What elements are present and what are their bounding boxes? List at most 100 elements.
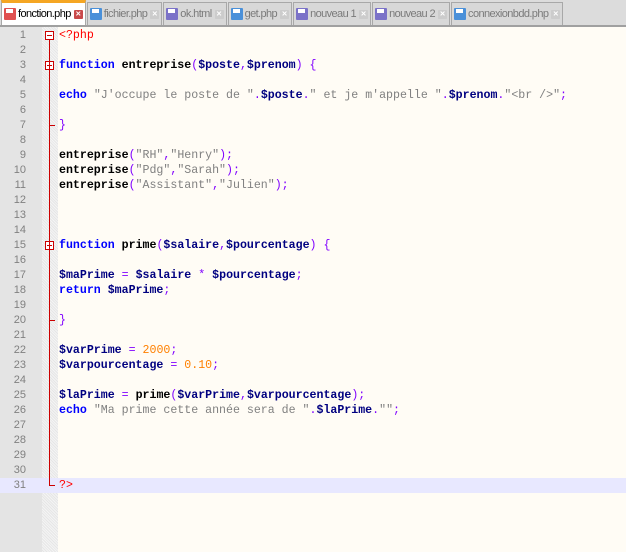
line-number: 30 [13,464,26,476]
code-line[interactable]: 7} [0,118,626,133]
tab-nouveau-1[interactable]: nouveau 1 ✕ [293,2,372,25]
token-op: = [128,344,136,357]
code-line[interactable]: 29 [0,448,626,463]
token-fn: entreprise [121,59,192,72]
close-tab-icon[interactable]: ✕ [214,9,224,19]
tab-get-php[interactable]: get.php ✕ [227,2,293,25]
line-number: 13 [13,209,26,221]
token-str: "Ma prime cette année sera de " [93,404,310,417]
token-op: . [302,89,310,102]
token-op: ); [226,164,240,177]
code-line[interactable]: 14 [0,223,626,238]
code-line[interactable]: 10 entreprise("Pdg","Sarah"); [0,163,626,178]
code-line[interactable]: 3 function entreprise($poste,$prenom) { [0,58,626,73]
code-line[interactable]: 19 [0,298,626,313]
token-tag: ?> [59,479,73,492]
code-line[interactable]: 11 entreprise("Assistant","Julien"); [0,178,626,193]
tab-label: nouveau 2 [389,8,436,20]
code-text: $maPrime = $salaire * $pourcentage; [59,268,303,283]
token-var: $poste [260,89,303,102]
token-str: "Sarah" [177,164,227,177]
token-op: ; [295,269,303,282]
code-text: $varpourcentage = 0.10; [59,358,219,373]
code-line[interactable]: 1 <?php [0,28,626,43]
code-line[interactable]: 4 [0,73,626,88]
line-number: 17 [13,269,26,281]
line-number: 1 [19,29,26,41]
token-op: ; [560,89,568,102]
code-line[interactable]: 8 [0,133,626,148]
line-number: 14 [13,224,26,236]
close-tab-icon[interactable]: ✕ [73,9,83,19]
tab-fichier-php[interactable]: fichier.php ✕ [86,2,163,25]
code-line[interactable]: 27 [0,418,626,433]
token-op: { [323,239,331,252]
code-line[interactable]: 16 [0,253,626,268]
token-op: { [309,59,317,72]
tab-connexionbdd-php[interactable]: connexionbdd.php ✕ [451,2,564,25]
close-tab-icon[interactable]: ✕ [551,9,561,19]
line-number: 21 [13,329,26,341]
token-op: ( [128,164,136,177]
tab-nouveau-2[interactable]: nouveau 2 ✕ [372,2,451,25]
code-line[interactable]: 22 $varPrime = 2000; [0,343,626,358]
code-line[interactable]: 2 [0,43,626,58]
token-str: "<br />" [504,89,561,102]
close-tab-icon[interactable]: ✕ [150,9,160,19]
code-line[interactable]: 9 entreprise("RH","Henry"); [0,148,626,163]
line-number: 8 [19,134,26,146]
token-op: ); [219,149,233,162]
code-line[interactable]: 31 ?> [0,478,626,493]
file-save-icon [4,8,16,20]
token-op: ) [295,59,303,72]
code-line[interactable]: 5 echo "J'occupe le poste de ".$poste." e… [0,88,626,103]
token-kw: echo [59,89,87,102]
token-var: $prenom [448,89,498,102]
code-line[interactable]: 25 $laPrime = prime($varPrime,$varpourcen… [0,388,626,403]
code-line[interactable]: 18 return $maPrime; [0,283,626,298]
line-number: 10 [13,164,26,176]
line-number: 7 [19,119,26,131]
code-line[interactable]: 28 [0,433,626,448]
close-tab-icon[interactable]: ✕ [280,9,290,19]
tab-label: fichier.php [103,8,148,20]
tab-fonction-php[interactable]: fonction.php ✕ [1,0,86,25]
tab-ok-html[interactable]: ok.html ✕ [163,2,227,25]
token-op: ; [212,359,220,372]
token-str: "Julien" [219,179,275,192]
code-text: function prime($salaire,$pourcentage) { [59,238,330,253]
code-line[interactable]: 6 [0,103,626,118]
code-line[interactable]: 15 function prime($salaire,$pourcentage) … [0,238,626,253]
code-line[interactable]: 23 $varpourcentage = 0.10; [0,358,626,373]
code-line[interactable]: 30 [0,463,626,478]
line-number: 12 [13,194,26,206]
token-str: "Henry" [170,149,220,162]
code-text: entreprise("Assistant","Julien"); [59,178,289,193]
code-line[interactable]: 21 [0,328,626,343]
code-line[interactable]: 20} [0,313,626,328]
line-number: 28 [13,434,26,446]
token-op: ( [128,179,136,192]
code-text: function entreprise($poste,$prenom) { [59,58,317,73]
token-op: , [212,179,220,192]
line-number: 20 [13,314,26,326]
token-var: $laPrime [59,389,115,402]
token-op: , [239,59,247,72]
code-line[interactable]: 24 [0,373,626,388]
code-editor[interactable]: 1 <?php 2 3 function entreprise($poste,$pren… [0,27,626,552]
close-tab-icon[interactable]: ✕ [359,9,369,19]
code-line[interactable]: 13 [0,208,626,223]
token-tag: <?php [59,29,94,42]
fold-toggle-icon[interactable] [45,31,54,40]
code-line[interactable]: 26 echo "Ma prime cette année sera de ".$… [0,403,626,418]
line-number: 27 [13,419,26,431]
code-text: $laPrime = prime($varPrime,$varpourcenta… [59,388,365,403]
token-kw: echo [59,404,87,417]
code-line[interactable]: 12 [0,193,626,208]
line-number: 16 [13,254,26,266]
code-text: echo "Ma prime cette année sera de ".$la… [59,403,400,418]
close-tab-icon[interactable]: ✕ [438,9,448,19]
code-line[interactable]: 17 $maPrime = $salaire * $pourcentage; [0,268,626,283]
